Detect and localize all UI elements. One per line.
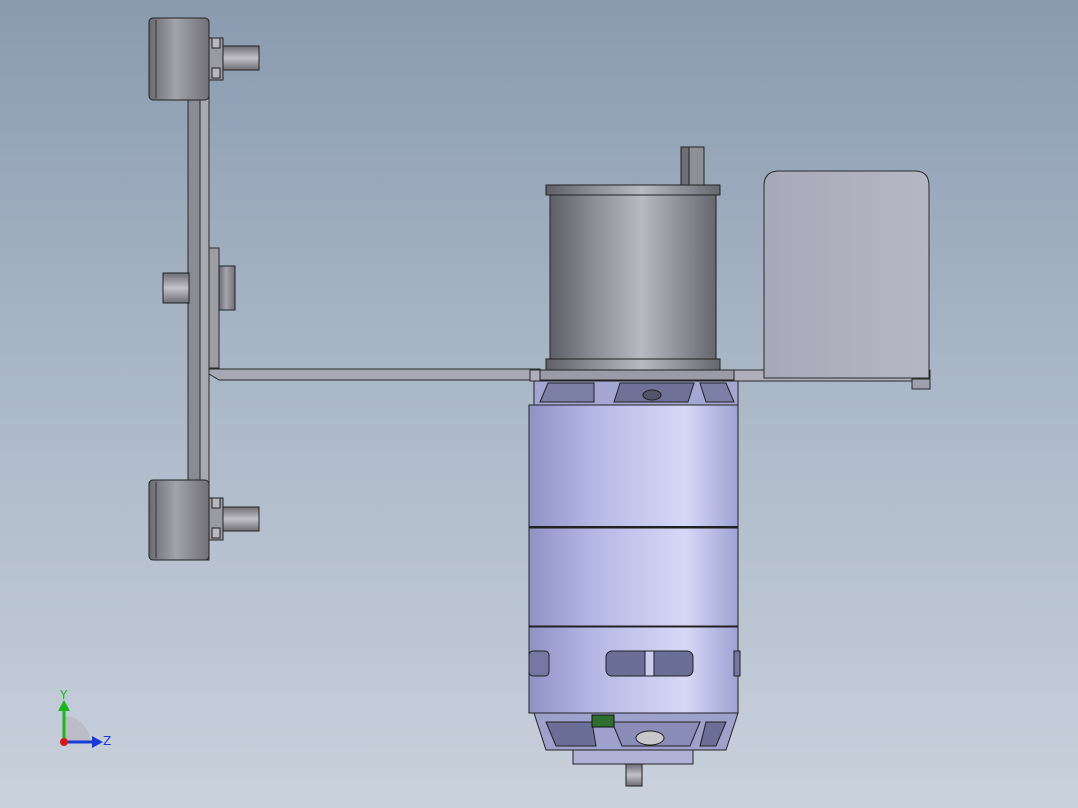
motor-body[interactable] [528, 380, 741, 787]
cad-model-view[interactable]: Y Z [0, 0, 1078, 808]
graphics-viewport[interactable]: Y Z [0, 0, 1078, 808]
z-axis-label: Z [103, 734, 111, 748]
lower-pulley[interactable] [148, 479, 260, 561]
x-axis-point [60, 738, 68, 746]
upper-pulley[interactable] [148, 17, 260, 101]
y-axis-label: Y [59, 688, 68, 702]
gearbox[interactable] [539, 184, 735, 381]
side-bracket[interactable] [763, 170, 930, 379]
output-shaft[interactable] [680, 146, 705, 188]
coordinate-triad: Y Z [58, 688, 111, 748]
